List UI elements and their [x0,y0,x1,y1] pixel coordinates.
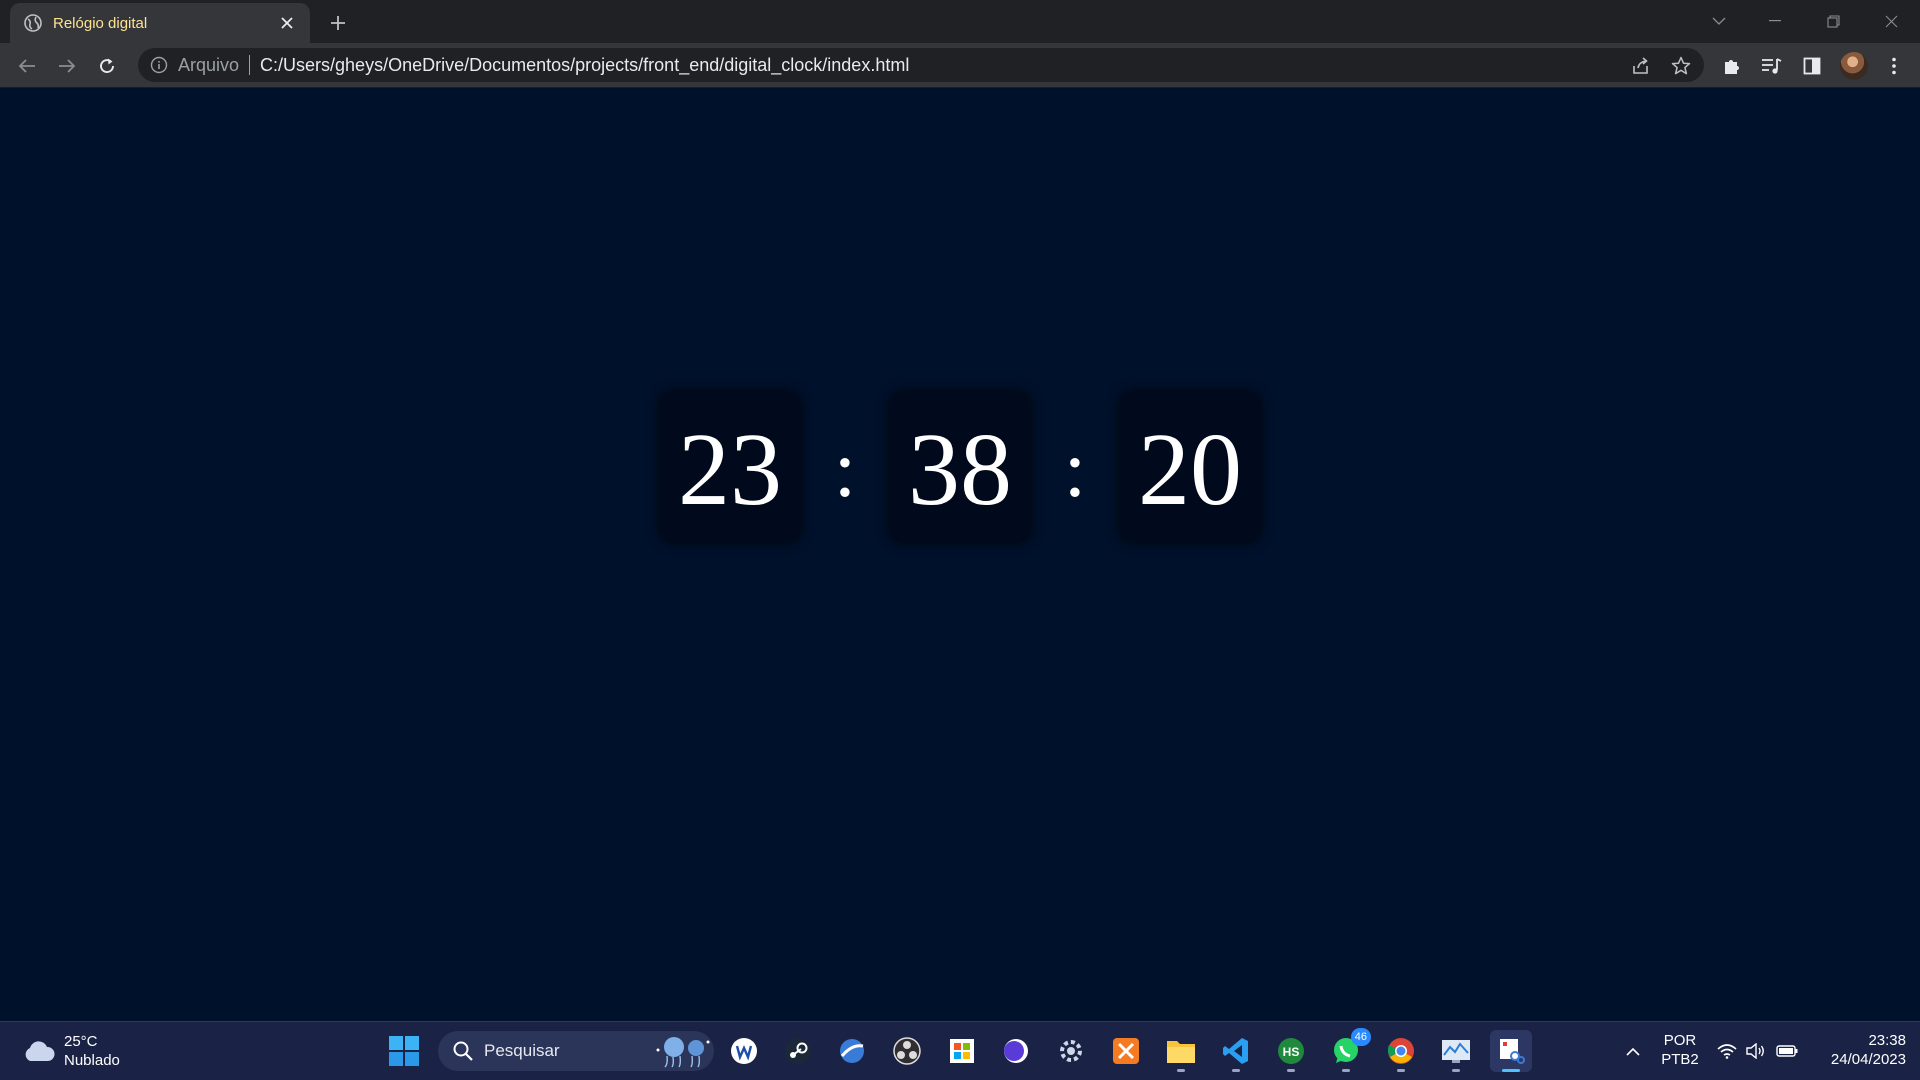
browser-toolbar: Arquivo C:/Users/gheys/OneDrive/Document… [0,43,1920,88]
media-icon[interactable] [1757,51,1787,81]
star-icon[interactable] [1670,55,1692,77]
page-content [0,89,1920,1021]
battery-icon[interactable] [1776,1040,1798,1062]
share-icon[interactable] [1630,55,1652,77]
avatar[interactable] [1840,52,1868,80]
clock-date: 24/04/2023 [1830,1051,1906,1068]
minutes-display: 38 [890,392,1030,542]
notification-badge: 46 [1350,1028,1371,1046]
weather-text: 25°C Nublado [64,1032,120,1070]
taskbar-app-whatsapp[interactable]: 46 [1325,1028,1371,1072]
address-url[interactable]: C:/Users/gheys/OneDrive/Documentos/proje… [260,55,909,76]
running-indicator [1452,1069,1460,1072]
search-icon [453,1041,473,1061]
reload-icon[interactable] [92,51,122,81]
forward-arrow-icon[interactable] [52,51,82,81]
weather-temp: 25°C [64,1033,98,1050]
keyboard-layout: PTB2 [1661,1051,1699,1068]
browser-tab[interactable]: Relógio digital [10,3,310,43]
taskbar-app-vscode[interactable] [1215,1030,1257,1072]
restore-icon[interactable] [1810,6,1856,36]
tab-title: Relógio digital [53,14,148,32]
search-placeholder: Pesquisar [484,1041,560,1060]
side-panel-icon[interactable] [1797,51,1827,81]
taskbar-app-store[interactable] [941,1030,983,1072]
taskbar-app-globe[interactable] [831,1030,873,1072]
wifi-icon[interactable] [1716,1040,1738,1062]
weather-desc: Nublado [64,1052,120,1069]
clock-separator: : [1063,426,1087,514]
globe-icon [24,14,42,32]
seconds-display: 20 [1120,392,1260,542]
input-language[interactable]: POR PTB2 [1660,1031,1700,1069]
taskbar-app-hs[interactable]: HS [1270,1030,1312,1072]
taskbar-app-xampp[interactable] [1105,1030,1147,1072]
taskbar-app-obs[interactable] [886,1030,928,1072]
clock-separator: : [833,426,857,514]
clock-time: 23:38 [1868,1032,1906,1049]
windows-logo-icon[interactable] [388,1035,420,1067]
running-indicator [1177,1069,1185,1072]
puzzle-icon[interactable] [1717,51,1747,81]
taskbar-app-eclipse[interactable] [995,1030,1037,1072]
back-arrow-icon[interactable] [12,51,42,81]
taskbar-app-file-explorer[interactable] [1160,1030,1202,1072]
taskbar-app-monitor[interactable] [1435,1030,1477,1072]
taskbar-app-chrome[interactable] [1380,1030,1422,1072]
tab-strip: Relógio digital [0,0,1920,43]
hours-display: 23 [660,392,800,542]
taskbar: 25°C Nublado Pesquisar HS 46 POR PTB2 23… [0,1021,1920,1080]
kebab-menu-icon[interactable] [1879,51,1909,81]
close-icon[interactable] [276,12,298,34]
address-scheme: Arquivo [178,54,240,75]
digital-clock: 23 : 38 : 20 [0,391,1920,543]
minimize-icon[interactable] [1752,6,1798,36]
address-separator [249,55,251,75]
running-indicator [1502,1069,1520,1072]
close-window-icon[interactable] [1868,6,1914,36]
weather-widget[interactable]: 25°C Nublado [22,1032,120,1070]
svg-text:HS: HS [1283,1045,1300,1059]
running-indicator [1232,1069,1240,1072]
plus-icon[interactable] [325,10,351,36]
taskbar-app-snipping-tool[interactable] [1490,1030,1532,1072]
taskbar-app-steam[interactable] [777,1030,819,1072]
info-icon[interactable] [150,56,168,74]
running-indicator [1397,1069,1405,1072]
volume-icon[interactable] [1745,1040,1767,1062]
tray-chevron-icon[interactable] [1622,1040,1644,1062]
taskbar-app-settings[interactable] [1050,1030,1092,1072]
language-code: POR [1663,1032,1697,1049]
system-clock[interactable]: 23:38 24/04/2023 [1810,1031,1906,1069]
taskbar-app-writer[interactable] [723,1030,765,1072]
jellyfish-search-highlight-icon [656,1037,710,1068]
running-indicator [1342,1069,1350,1072]
chevron-down-icon[interactable] [1696,6,1742,36]
running-indicator [1287,1069,1295,1072]
address-bar[interactable]: Arquivo C:/Users/gheys/OneDrive/Document… [138,48,1704,82]
cloud-icon [25,1041,55,1061]
taskbar-search[interactable]: Pesquisar [438,1031,714,1071]
